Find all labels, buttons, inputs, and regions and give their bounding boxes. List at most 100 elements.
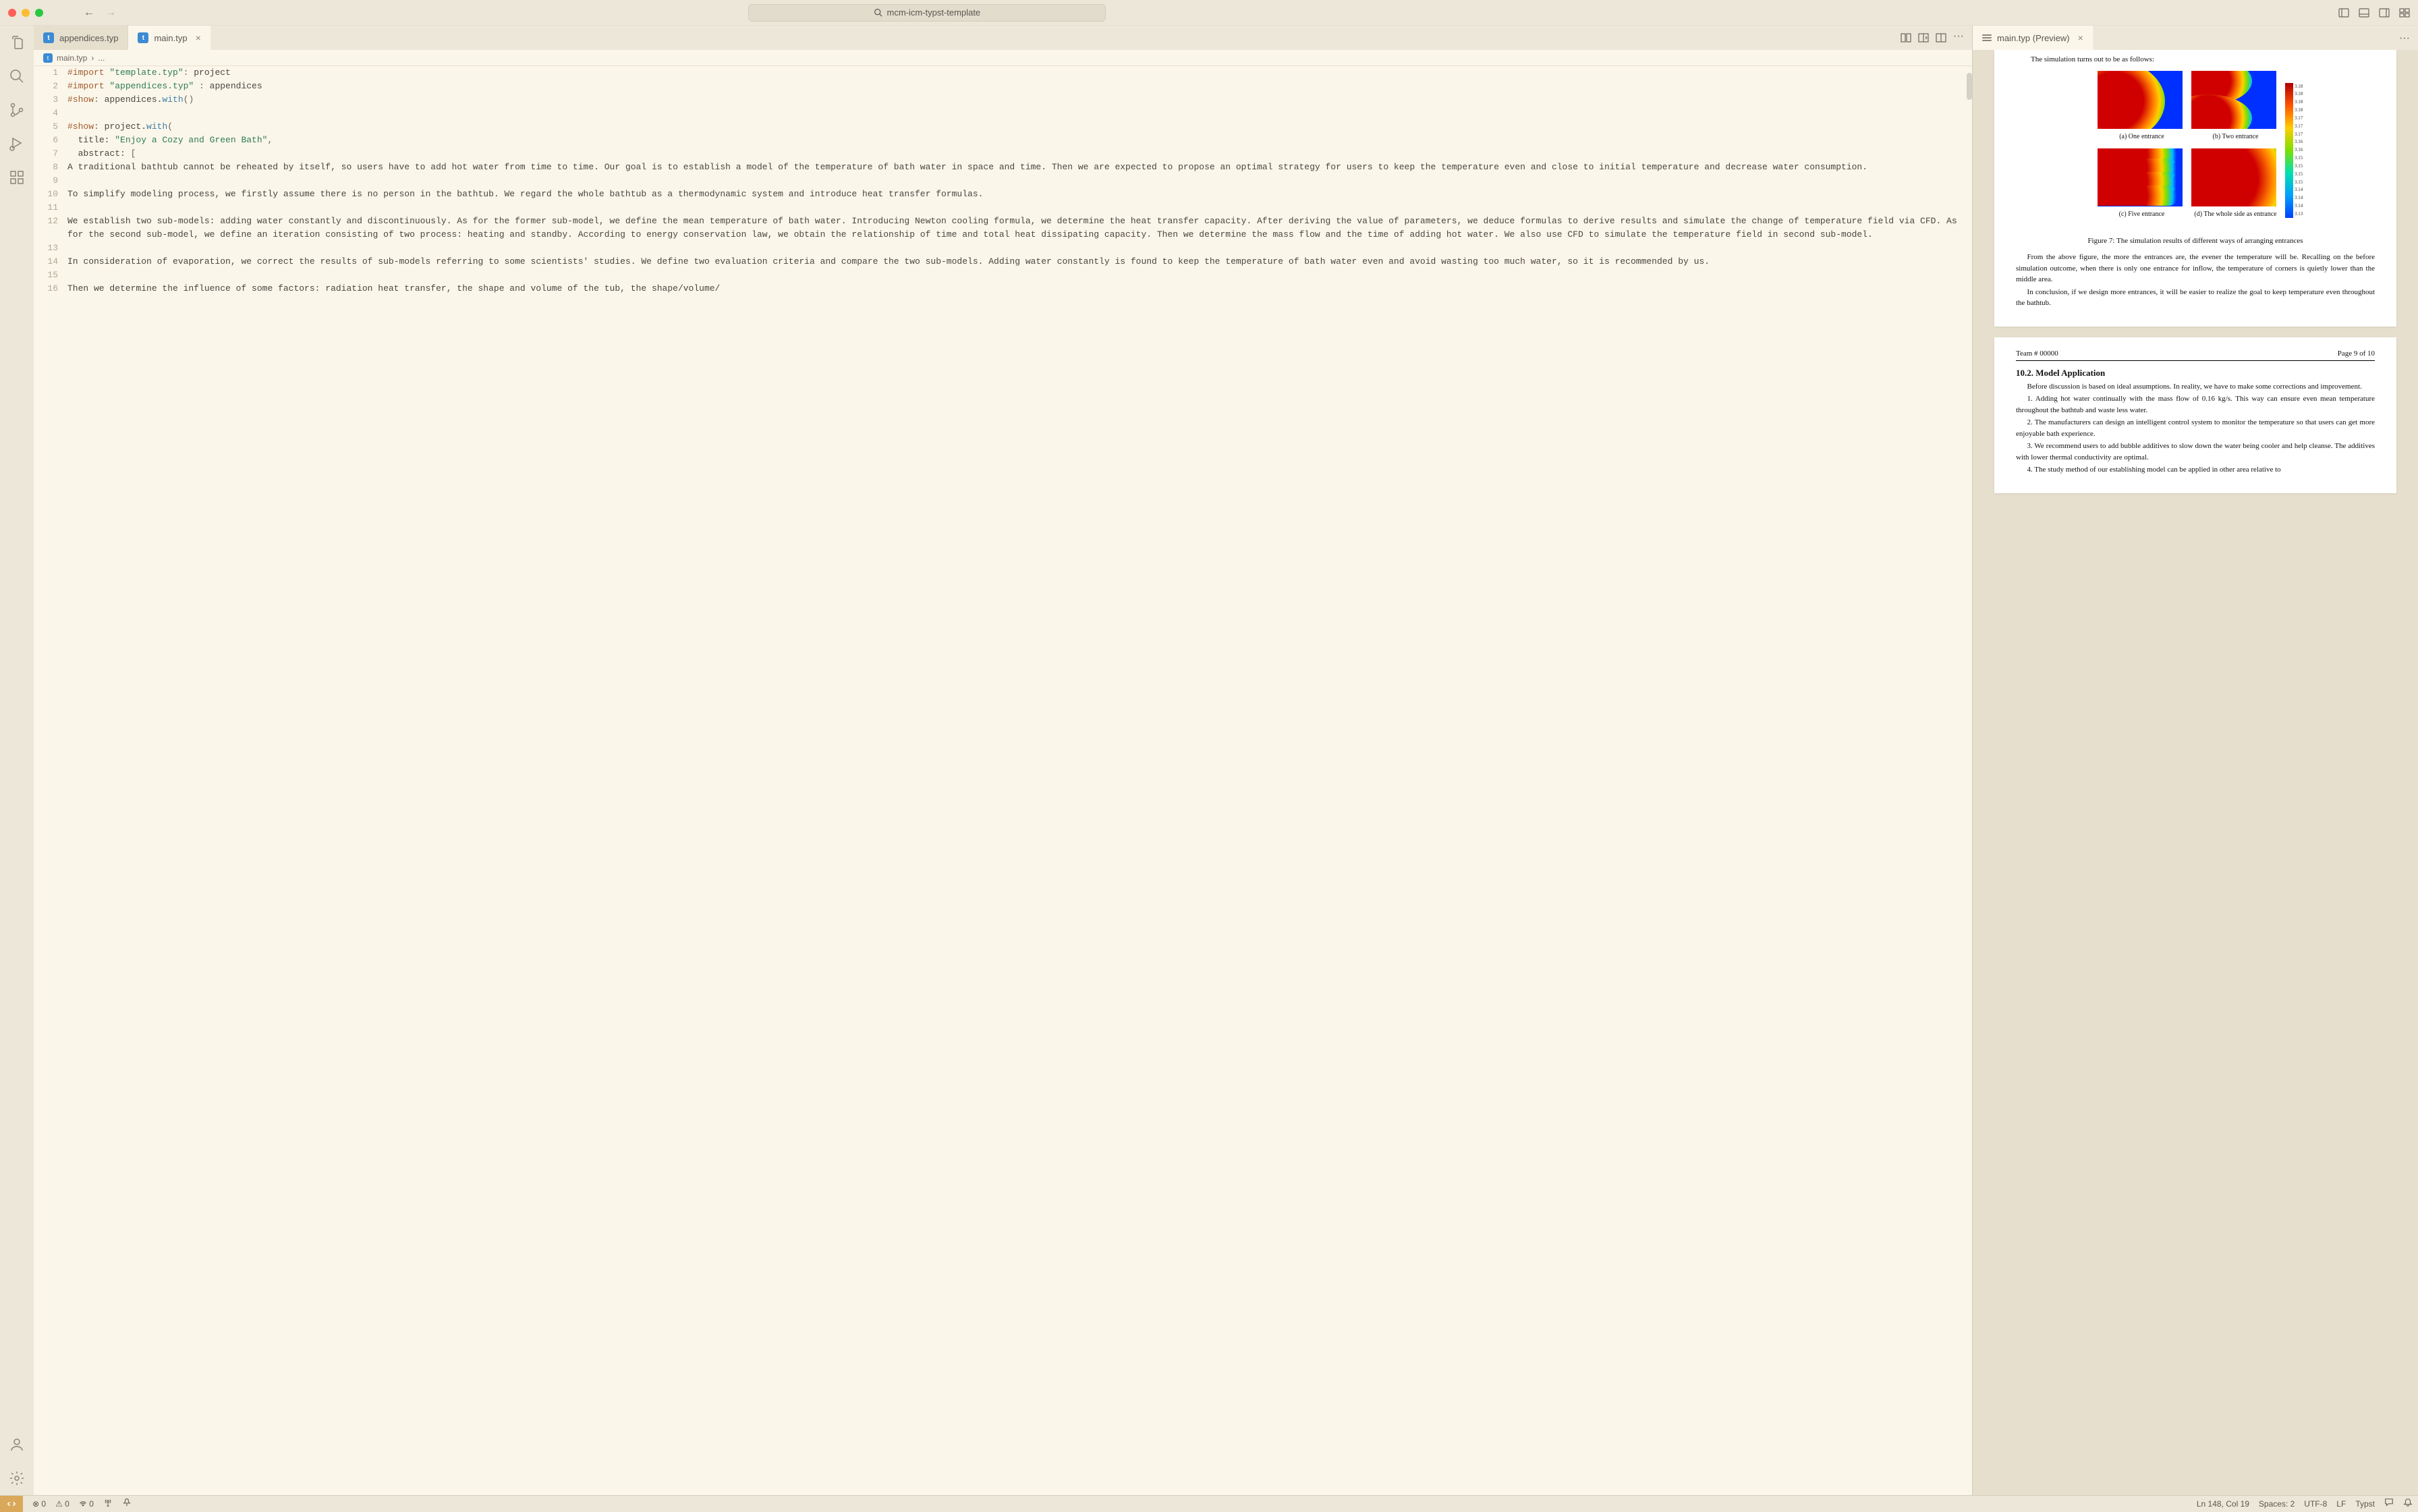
radio-tower-icon[interactable]: [103, 1498, 113, 1509]
code-editor[interactable]: 1#import "template.typ": project2#import…: [34, 66, 1972, 1495]
code-line[interactable]: 3#show: appendices.with(): [34, 93, 1972, 107]
ports-count[interactable]: 0: [79, 1499, 94, 1509]
customize-layout-icon[interactable]: [2399, 7, 2410, 18]
search-activity-icon[interactable]: [8, 67, 26, 85]
close-tab-icon[interactable]: ×: [2078, 32, 2083, 43]
heatmap-a: [2098, 71, 2183, 129]
split-editor-icon[interactable]: [1936, 32, 1946, 43]
code-line[interactable]: 7 abstract: [: [34, 147, 1972, 161]
code-line[interactable]: 11: [34, 201, 1972, 215]
tab-preview[interactable]: main.typ (Preview) ×: [1973, 26, 2093, 50]
encoding[interactable]: UTF-8: [2304, 1499, 2327, 1509]
preview-pane: main.typ (Preview) × ··· The simulation …: [1973, 26, 2418, 1495]
code-line[interactable]: 9: [34, 174, 1972, 188]
code-content: #show: appendices.with(): [67, 93, 1972, 107]
tab-label: main.typ (Preview): [1997, 33, 2070, 43]
code-line[interactable]: 10To simplify modeling process, we first…: [34, 188, 1972, 201]
line-number: 3: [34, 93, 67, 107]
settings-gear-icon[interactable]: [8, 1469, 26, 1487]
breadcrumb[interactable]: t main.typ › ...: [34, 50, 1972, 66]
list-item: 1. Adding hot water continually with the…: [2016, 393, 2375, 416]
preview-viewport[interactable]: The simulation turns out to be as follow…: [1973, 50, 2418, 1495]
feedback-icon[interactable]: [2384, 1498, 2394, 1509]
list-item: 2. The manufacturers can design an intel…: [2016, 417, 2375, 439]
indentation[interactable]: Spaces: 2: [2259, 1499, 2295, 1509]
line-number: 9: [34, 174, 67, 188]
editor-tabs: t appendices.typ t main.typ × ···: [34, 26, 1972, 50]
tab-label: appendices.typ: [59, 33, 118, 43]
minimize-window-button[interactable]: [22, 9, 30, 17]
toggle-panel-icon[interactable]: [2359, 7, 2369, 18]
preview-tab-actions: ···: [2399, 26, 2418, 50]
code-line[interactable]: 13: [34, 242, 1972, 255]
list-item: 3. We recommend users to add bubble addi…: [2016, 441, 2375, 463]
code-line[interactable]: 8A traditional bathtub cannot be reheate…: [34, 161, 1972, 174]
code-line[interactable]: 1#import "template.typ": project: [34, 66, 1972, 80]
toggle-secondary-sidebar-icon[interactable]: [2379, 7, 2390, 18]
code-content: To simplify modeling process, we firstly…: [67, 188, 1972, 201]
more-actions-icon[interactable]: ···: [1953, 32, 1964, 43]
code-line[interactable]: 2#import "appendices.typ" : appendices: [34, 80, 1972, 93]
preview-paragraph: Before discussion is based on ideal assu…: [2016, 381, 2375, 393]
window-controls: [8, 9, 43, 17]
breadcrumb-file: main.typ: [57, 53, 87, 63]
cursor-position[interactable]: Ln 148, Col 19: [2197, 1499, 2249, 1509]
tab-label: main.typ: [154, 33, 187, 43]
team-number: Team # 00000: [2016, 348, 2058, 360]
command-center[interactable]: mcm-icm-typst-template: [748, 4, 1106, 22]
subcaption: (a) One entrance: [2098, 132, 2186, 142]
code-content: Then we determine the influence of some …: [67, 282, 1972, 296]
warnings-count[interactable]: ⚠ 0: [55, 1499, 69, 1509]
nav-back-button[interactable]: ←: [84, 7, 94, 19]
code-content: [67, 107, 1972, 120]
run-debug-icon[interactable]: [8, 135, 26, 152]
line-number: 11: [34, 201, 67, 215]
source-control-icon[interactable]: [8, 101, 26, 119]
code-line[interactable]: 5#show: project.with(: [34, 120, 1972, 134]
code-line[interactable]: 6 title: "Enjoy a Cozy and Green Bath",: [34, 134, 1972, 147]
errors-count[interactable]: ⊗ 0: [32, 1499, 46, 1509]
titlebar: ← → mcm-icm-typst-template: [0, 0, 2418, 26]
close-tab-icon[interactable]: ×: [196, 32, 201, 43]
notifications-icon[interactable]: [2403, 1498, 2413, 1509]
close-window-button[interactable]: [8, 9, 16, 17]
extensions-icon[interactable]: [8, 169, 26, 186]
remote-indicator[interactable]: [0, 1496, 23, 1512]
line-number: 1: [34, 66, 67, 80]
line-number: 7: [34, 147, 67, 161]
search-icon: [874, 8, 882, 17]
code-line[interactable]: 14In consideration of evaporation, we co…: [34, 255, 1972, 269]
code-line[interactable]: 15: [34, 269, 1972, 282]
code-content: A traditional bathtub cannot be reheated…: [67, 161, 1972, 174]
accounts-icon[interactable]: [8, 1436, 26, 1453]
code-line[interactable]: 12We establish two sub-models: adding wa…: [34, 215, 1972, 242]
preview-file-icon: [1982, 33, 1992, 43]
maximize-window-button[interactable]: [35, 9, 43, 17]
tab-appendices[interactable]: t appendices.typ: [34, 26, 128, 50]
figure-caption: Figure 7: The simulation results of diff…: [2016, 235, 2375, 247]
language-mode[interactable]: Typst: [2355, 1499, 2375, 1509]
nav-forward-button[interactable]: →: [105, 7, 116, 19]
more-actions-icon[interactable]: ···: [2399, 32, 2410, 43]
preview-text: The simulation turns out to be as follow…: [2016, 54, 2375, 65]
split-down-icon[interactable]: [1918, 32, 1929, 43]
compare-changes-icon[interactable]: [1901, 32, 1911, 43]
section-heading: 10.2. Model Application: [2016, 366, 2375, 380]
preview-paragraph: In conclusion, if we design more entranc…: [2016, 287, 2375, 309]
minimap-scrollbar[interactable]: [1967, 73, 1972, 100]
code-content: [67, 201, 1972, 215]
tab-main[interactable]: t main.typ ×: [128, 26, 210, 50]
line-number: 8: [34, 161, 67, 174]
toggle-primary-sidebar-icon[interactable]: [2338, 7, 2349, 18]
code-content: #show: project.with(: [67, 120, 1972, 134]
code-line[interactable]: 4: [34, 107, 1972, 120]
eol[interactable]: LF: [2336, 1499, 2346, 1509]
page-header: Team # 00000 Page 9 of 10: [2016, 348, 2375, 362]
pin-icon[interactable]: [122, 1498, 132, 1509]
code-line[interactable]: 16Then we determine the influence of som…: [34, 282, 1972, 296]
explorer-icon[interactable]: [8, 34, 26, 51]
code-content: #import "template.typ": project: [67, 66, 1972, 80]
nav-arrows: ← →: [84, 7, 116, 19]
line-number: 2: [34, 80, 67, 93]
subcaption: (d) The whole side as entrance: [2191, 209, 2280, 219]
